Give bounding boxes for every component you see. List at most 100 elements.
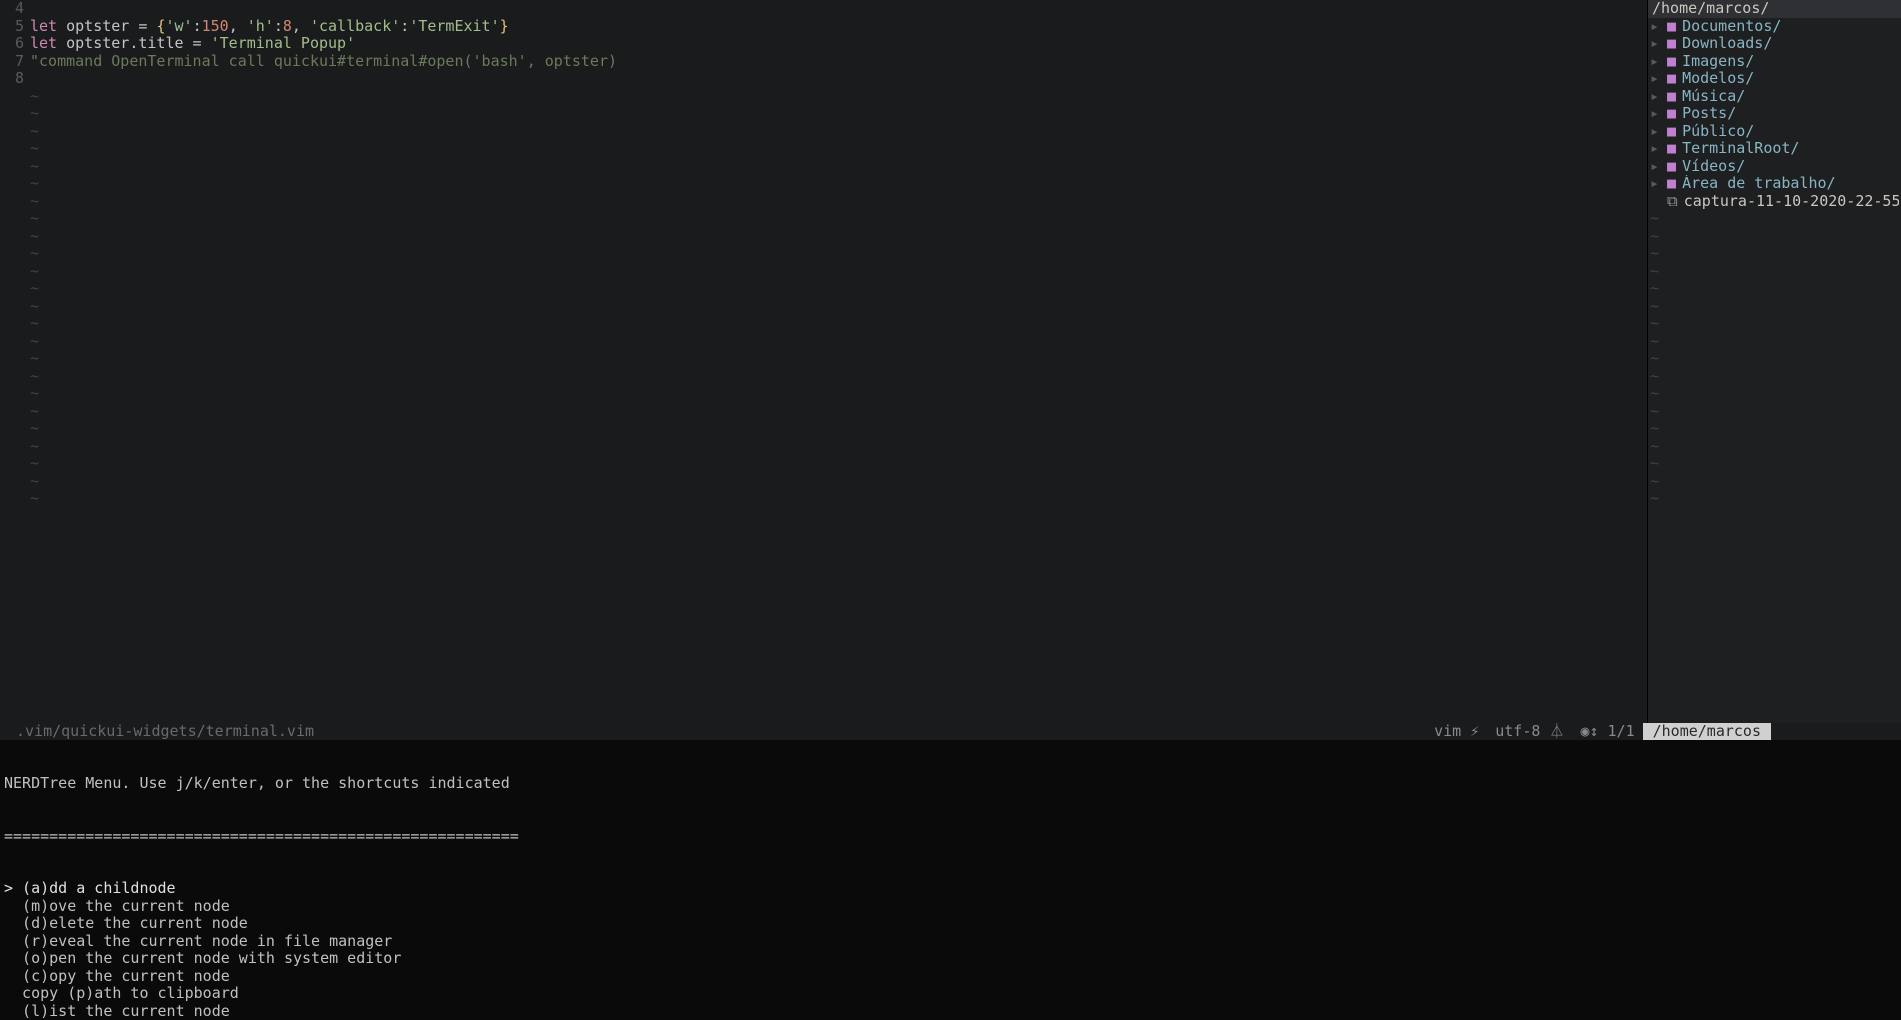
empty-line-tilde: ~ (1648, 210, 1901, 228)
line-number: 7 (0, 53, 24, 71)
tree-folder[interactable]: ▸ ■ Modelos/ (1650, 70, 1899, 88)
empty-line-tilde: ~ (1648, 280, 1901, 298)
chevron-right-icon: ▸ (1650, 53, 1659, 70)
empty-line-tilde: ~ (30, 245, 1647, 263)
line-number: 5 (0, 18, 24, 36)
menu-item[interactable]: (m)ove the current node (4, 898, 1897, 916)
empty-line-tilde: ~ (1648, 298, 1901, 316)
filetype-icon: ⚡ (1470, 722, 1479, 740)
empty-line-tilde: ~ (30, 438, 1647, 456)
empty-line-tilde: ~ (1648, 315, 1901, 333)
folder-name: Imagens/ (1682, 53, 1754, 70)
tree-file[interactable]: ⧉captura-11-10-2020-22-55-3 (1650, 193, 1899, 211)
empty-line-tilde: ~ (30, 123, 1647, 141)
empty-line-tilde: ~ (1648, 438, 1901, 456)
empty-line-tilde: ~ (30, 175, 1647, 193)
status-position: ◉↕ 1/1 (1572, 723, 1642, 741)
menu-item[interactable]: copy (p)ath to clipboard (4, 985, 1897, 1003)
code-line[interactable] (30, 0, 1647, 18)
status-nerdtree-path: /home/marcos (1643, 723, 1771, 741)
empty-line-tilde: ~ (30, 368, 1647, 386)
folder-icon: ■ (1667, 53, 1676, 70)
chevron-right-icon: ▸ (1650, 158, 1659, 175)
status-filepath: .vim/quickui-widgets/terminal.vim (8, 723, 322, 741)
chevron-right-icon: ▸ (1650, 18, 1659, 35)
menu-item[interactable]: (d)elete the current node (4, 915, 1897, 933)
folder-icon: ■ (1667, 158, 1676, 175)
empty-line-tilde: ~ (30, 490, 1647, 508)
menu-item[interactable]: > (a)dd a childnode (4, 880, 1897, 898)
empty-line-tilde: ~ (30, 158, 1647, 176)
folder-icon: ■ (1667, 70, 1676, 87)
empty-line-tilde: ~ (30, 403, 1647, 421)
line-number: 8 (0, 70, 24, 88)
menu-item[interactable]: (o)pen the current node with system edit… (4, 950, 1897, 968)
tree-folder[interactable]: ▸■Música/ (1650, 88, 1899, 106)
tree-folder[interactable]: ▸■Documentos/ (1650, 18, 1899, 36)
tree-folder[interactable]: ▸ ■ Imagens/ (1650, 53, 1899, 71)
empty-line-tilde: ~ (1648, 350, 1901, 368)
empty-line-tilde: ~ (1648, 420, 1901, 438)
folder-icon: ■ (1667, 35, 1676, 52)
empty-line-tilde: ~ (30, 455, 1647, 473)
sidebar-root-path[interactable]: /home/marcos/ (1648, 0, 1901, 18)
empty-line-tilde: ~ (30, 228, 1647, 246)
empty-line-tilde: ~ (30, 140, 1647, 158)
chevron-right-icon: ▸ (1650, 35, 1659, 52)
file-icon: ⧉ (1667, 193, 1678, 210)
folder-name: Downloads/ (1682, 35, 1772, 52)
empty-line-tilde: ~ (30, 315, 1647, 333)
tree-folder[interactable]: ▸■Posts/ (1650, 105, 1899, 123)
empty-line-tilde: ~ (1648, 455, 1901, 473)
empty-line-tilde: ~ (1648, 228, 1901, 246)
tree-folder[interactable]: ▸■TerminalRoot/ (1650, 140, 1899, 158)
empty-line-tilde: ~ (1648, 473, 1901, 491)
empty-line-tilde: ~ (1648, 245, 1901, 263)
status-filetype: vim ⚡ (1426, 723, 1487, 741)
tree-folder[interactable]: ▸ ■ Downloads/ (1650, 35, 1899, 53)
empty-line-tilde: ~ (30, 105, 1647, 123)
menu-item[interactable]: (r)eveal the current node in file manage… (4, 933, 1897, 951)
chevron-right-icon: ▸ (1650, 175, 1659, 192)
empty-line-tilde: ~ (30, 263, 1647, 281)
empty-line-tilde: ~ (1648, 403, 1901, 421)
line-number: 6 (0, 35, 24, 53)
empty-line-tilde: ~ (1648, 490, 1901, 508)
empty-line-tilde: ~ (30, 420, 1647, 438)
empty-line-tilde: ~ (1648, 368, 1901, 386)
folder-name: Modelos/ (1682, 70, 1754, 87)
chevron-right-icon: ▸ (1650, 70, 1659, 87)
chevron-right-icon: ▸ (1650, 140, 1659, 157)
folder-name: Música/ (1682, 88, 1745, 105)
code-area[interactable]: let optster = {'w':150, 'h':8, 'callback… (28, 0, 1647, 723)
empty-line-tilde: ~ (30, 88, 1647, 106)
encoding-icon: ⏃ (1549, 722, 1564, 740)
command-pane[interactable]: NERDTree Menu. Use j/k/enter, or the sho… (0, 740, 1901, 1020)
empty-line-tilde: ~ (30, 298, 1647, 316)
editor-pane[interactable]: 45678 let optster = {'w':150, 'h':8, 'ca… (0, 0, 1647, 723)
tree-folder[interactable]: ▸■Vídeos/ (1650, 158, 1899, 176)
tree-folder[interactable]: ▸ ■ Público/ (1650, 123, 1899, 141)
chevron-right-icon: ▸ (1650, 105, 1659, 122)
line-number: 4 (0, 0, 24, 18)
position-icon: ◉↕ (1580, 722, 1598, 740)
folder-icon: ■ (1667, 175, 1676, 192)
menu-item[interactable]: (l)ist the current node (4, 1003, 1897, 1020)
empty-line-tilde: ~ (30, 473, 1647, 491)
tree-folder[interactable]: ▸■Área de trabalho/ (1650, 175, 1899, 193)
folder-icon: ■ (1667, 105, 1676, 122)
menu-item[interactable]: (c)opy the current node (4, 968, 1897, 986)
empty-line-tilde: ~ (30, 210, 1647, 228)
folder-name: TerminalRoot/ (1682, 140, 1799, 157)
empty-line-tilde: ~ (30, 333, 1647, 351)
nerdtree-sidebar[interactable]: /home/marcos/ ▸■Documentos/▸■Downloads/▸… (1647, 0, 1901, 723)
empty-line-tilde: ~ (1648, 333, 1901, 351)
folder-icon: ■ (1667, 123, 1676, 140)
chevron-right-icon: ▸ (1650, 123, 1659, 140)
status-bar: .vim/quickui-widgets/terminal.vim vim ⚡ … (0, 723, 1901, 741)
code-line[interactable] (30, 70, 1647, 88)
code-line[interactable]: let optster = {'w':150, 'h':8, 'callback… (30, 18, 1647, 36)
code-line[interactable]: let optster.title = 'Terminal Popup' (30, 35, 1647, 53)
folder-name: Público/ (1682, 123, 1754, 140)
code-line[interactable]: "command OpenTerminal call quickui#termi… (30, 53, 1647, 71)
